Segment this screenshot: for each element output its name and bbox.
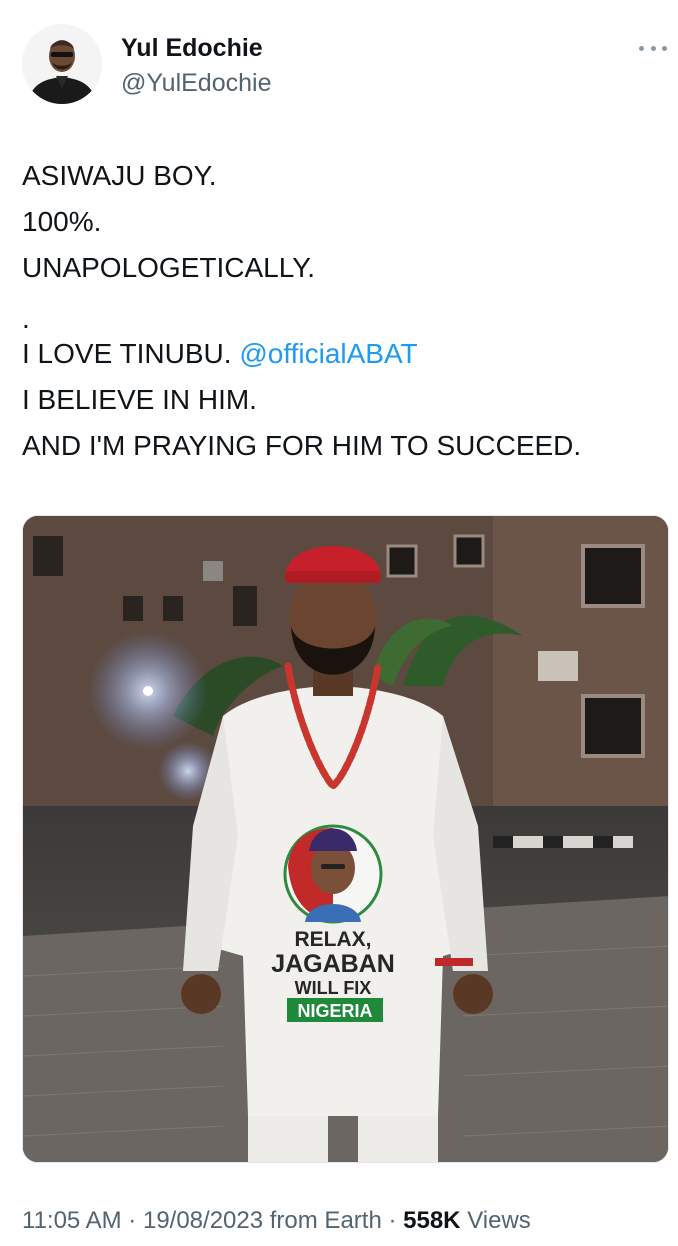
dot [662, 45, 667, 51]
separator: · [128, 1207, 137, 1234]
tweet-line: . [22, 303, 30, 334]
tweet-line: 100%. [22, 206, 102, 237]
dot [639, 45, 644, 51]
tweet-text: ASIWAJU BOY. 100%. UNAPOLOGETICALLY. . I… [22, 153, 662, 469]
tweet-line-with-mention: I LOVE TINUBU. @officialABAT [22, 331, 662, 377]
tweet-photo[interactable]: RELAX, JAGABAN WILL FIX NIGERIA [22, 515, 669, 1163]
separator: · [388, 1207, 397, 1234]
tweet-line: I BELIEVE IN HIM. [22, 384, 257, 415]
views-label: Views [467, 1207, 531, 1234]
tweet-line: UNAPOLOGETICALLY. [22, 252, 316, 283]
dot [650, 45, 656, 51]
tweet-line-text: I LOVE TINUBU. [22, 338, 232, 369]
more-horizontal-icon[interactable] [639, 36, 667, 60]
tweet-time[interactable]: 11:05 AM [22, 1207, 122, 1234]
photo-image: RELAX, JAGABAN WILL FIX NIGERIA [23, 516, 668, 1162]
tweet-source: from Earth [269, 1207, 382, 1234]
avatar[interactable] [22, 24, 102, 104]
tweet-line: AND I'M PRAYING FOR HIM TO SUCCEED. [22, 430, 582, 461]
slogan-line-3: WILL FIX [295, 978, 372, 998]
mention-link[interactable]: @officialABAT [239, 338, 417, 369]
slogan-line-1: RELAX, [294, 928, 371, 951]
tweet-date[interactable]: 19/08/2023 [143, 1207, 263, 1234]
views-count: 558K [403, 1207, 461, 1234]
slogan-line-4: NIGERIA [297, 1001, 372, 1021]
tweet-line: ASIWAJU BOY. [22, 160, 217, 191]
author-display-name[interactable]: Yul Edochie [121, 34, 263, 63]
tweet-meta: 11:05 AM · 19/08/2023 from Earth · 558K … [22, 1207, 531, 1235]
slogan-line-2: JAGABAN [271, 950, 395, 978]
author-handle[interactable]: @YulEdochie [121, 69, 271, 98]
avatar-image [22, 24, 102, 104]
